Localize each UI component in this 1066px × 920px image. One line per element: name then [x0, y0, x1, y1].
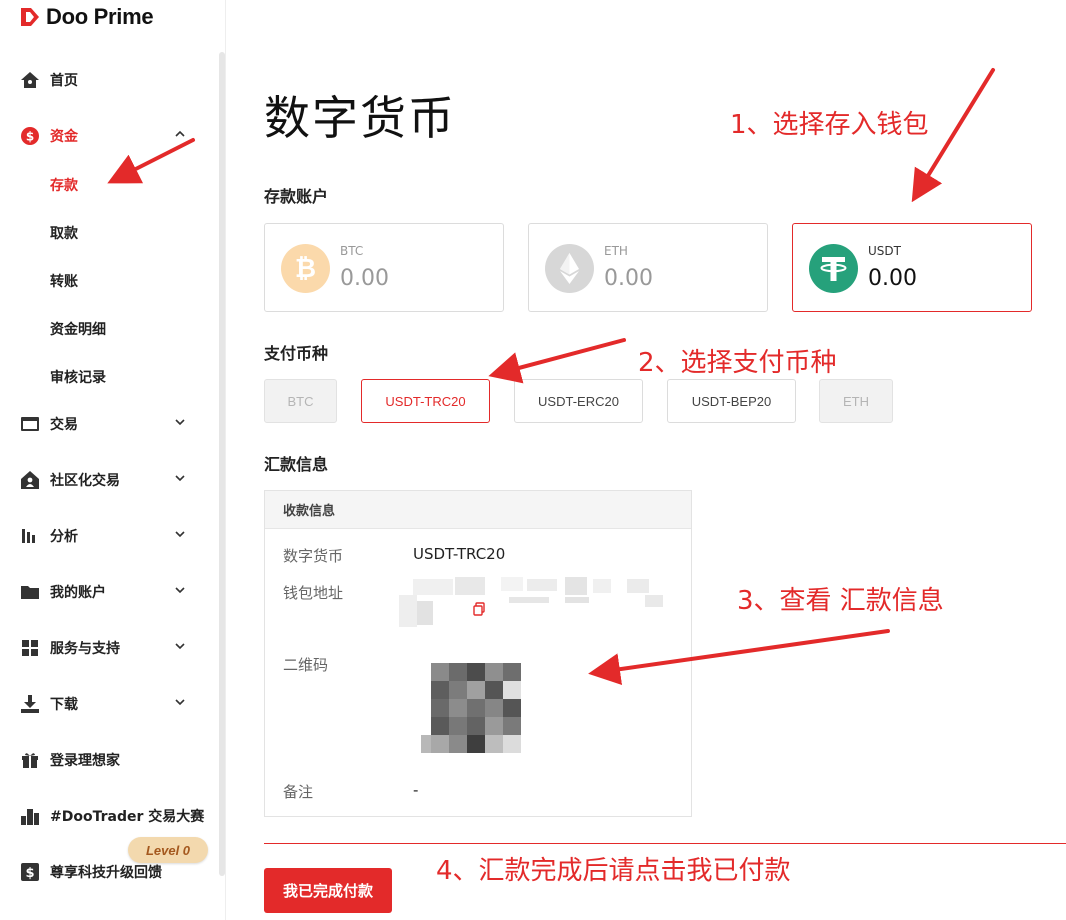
wallet-amount: 0.00 [604, 266, 653, 291]
bitcoin-icon: ₿ [281, 244, 330, 293]
sidebar-item-analysis[interactable]: 分析 [20, 524, 190, 548]
annotation-step-1: 1、选择存入钱包 [730, 110, 929, 140]
arrow-to-trc20 [488, 338, 626, 384]
chevron-down-icon[interactable] [172, 582, 188, 598]
sidebar-item-login-ideal-home[interactable]: 登录理想家 [20, 748, 190, 772]
wallet-name: ETH [604, 244, 628, 258]
chevron-down-icon[interactable] [172, 470, 188, 486]
chevron-down-icon[interactable] [172, 526, 188, 542]
arrow-to-usdt-wallet [911, 68, 995, 203]
ethereum-icon [545, 244, 594, 293]
sidebar-item-funds[interactable]: $ 资金 [20, 124, 190, 148]
qr-code-label: 二维码 [283, 656, 329, 674]
wallet-card-btc[interactable]: ₿ BTC 0.00 [264, 223, 504, 312]
pay-option-eth[interactable]: ETH [819, 379, 893, 423]
pay-option-usdt-bep20[interactable]: USDT-BEP20 [667, 379, 796, 423]
payment-currency-label: 支付币种 [264, 344, 329, 363]
gift-icon [20, 750, 40, 770]
copy-icon[interactable] [472, 602, 486, 616]
sidebar-subitem-review-records[interactable]: 审核记录 [50, 367, 106, 389]
download-icon [20, 694, 40, 714]
receipt-info-header: 收款信息 [265, 491, 691, 529]
chevron-down-icon[interactable] [172, 638, 188, 654]
grid-icon [20, 638, 40, 658]
dollar-square-icon: $ [20, 862, 40, 882]
sidebar-item-dootrader-contest[interactable]: #DooTrader 交易大赛 [20, 804, 204, 828]
folder-icon [20, 582, 40, 602]
pay-option-usdt-erc20[interactable]: USDT-ERC20 [514, 379, 643, 423]
sidebar-item-service-support[interactable]: 服务与支持 [20, 636, 190, 660]
chevron-down-icon[interactable] [172, 694, 188, 710]
tether-icon [809, 244, 858, 293]
sidebar-scrollbar[interactable] [219, 52, 225, 876]
sidebar-item-download[interactable]: 下载 [20, 692, 190, 716]
wallet-amount: 0.00 [340, 266, 389, 291]
wallet-card-eth[interactable]: ETH 0.00 [528, 223, 768, 312]
sidebar-item-social-trading[interactable]: 社区化交易 [20, 468, 190, 492]
people-house-icon [20, 470, 40, 490]
sidebar-item-home[interactable]: 首页 [20, 68, 190, 92]
pay-option-btc[interactable]: BTC [264, 379, 337, 423]
level-badge: Level 0 [128, 837, 208, 863]
wallet-card-usdt[interactable]: USDT 0.00 [792, 223, 1032, 312]
svg-text:$: $ [26, 130, 34, 144]
svg-text:₿: ₿ [295, 254, 316, 284]
annotation-step-3: 3、查看 汇款信息 [737, 586, 944, 616]
wallet-address-label: 钱包地址 [283, 584, 344, 602]
brand-name: Doo Prime [46, 4, 154, 29]
wallet-amount: 0.00 [868, 266, 917, 291]
crypto-label: 数字货币 [283, 547, 344, 565]
chevron-up-icon[interactable] [172, 126, 188, 142]
podium-icon [20, 806, 40, 826]
sidebar-subitem-withdraw[interactable]: 取款 [50, 223, 78, 245]
sidebar-subitem-deposit[interactable]: 存款 [50, 175, 78, 197]
sidebar-item-my-account[interactable]: 我的账户 [20, 580, 190, 604]
chevron-down-icon[interactable] [172, 414, 188, 430]
deposit-account-label: 存款账户 [264, 187, 329, 206]
payment-completed-button[interactable]: 我已完成付款 [264, 868, 392, 913]
doo-prime-logo-icon [21, 8, 39, 26]
remark-value: - [413, 781, 419, 799]
pay-option-usdt-trc20[interactable]: USDT-TRC20 [361, 379, 490, 423]
dollar-circle-icon: $ [20, 126, 40, 146]
sidebar-item-trade[interactable]: 交易 [20, 412, 190, 436]
brand-logo[interactable]: Doo Prime [20, 4, 154, 30]
wallet-name: USDT [868, 244, 901, 258]
bar-chart-icon [20, 526, 40, 546]
annotation-step-2: 2、选择支付币种 [638, 348, 837, 378]
annotation-step-4: 4、汇款完成后请点击我已付款 [436, 856, 791, 886]
wallet-name: BTC [340, 244, 364, 258]
card-icon [20, 414, 40, 434]
sidebar: Doo Prime 首页 $ 资金 存款 取款 转账 资金明细 审核记录 交易 [0, 0, 226, 920]
remittance-info-label: 汇款信息 [264, 455, 329, 474]
remark-label: 备注 [283, 783, 314, 801]
sidebar-item-tech-upgrade-rewards[interactable]: $ 尊享科技升级回馈 [20, 860, 190, 884]
home-icon [20, 70, 40, 90]
qr-code-image [421, 663, 521, 753]
sidebar-subitem-transfer[interactable]: 转账 [50, 271, 78, 293]
sidebar-subitem-fund-details[interactable]: 资金明细 [50, 319, 106, 341]
section-divider [264, 843, 1066, 844]
page-title: 数字货币 [264, 91, 456, 145]
receipt-info-panel: 收款信息 数字货币 USDT-TRC20 钱包地址 二维码 备注 - [264, 490, 692, 817]
svg-text:$: $ [25, 866, 34, 881]
crypto-value: USDT-TRC20 [413, 545, 506, 563]
